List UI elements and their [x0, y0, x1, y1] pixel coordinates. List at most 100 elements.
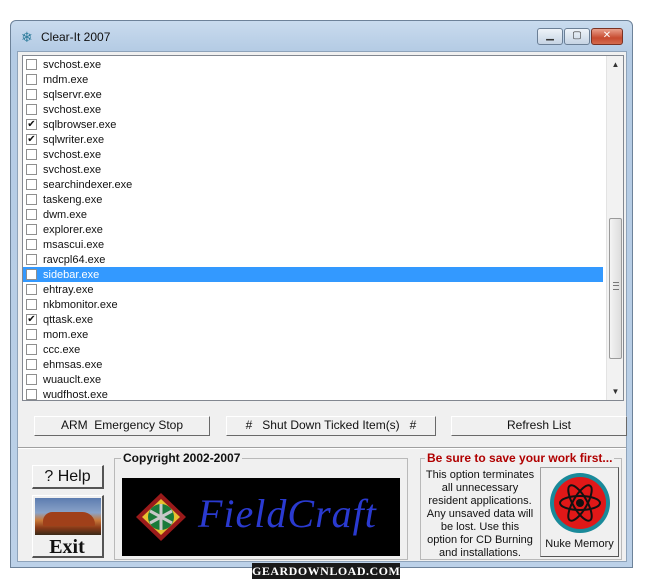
- nuke-memory-label: Nuke Memory: [545, 538, 614, 550]
- shut-down-ticked-button[interactable]: # Shut Down Ticked Item(s) #: [226, 416, 436, 436]
- checkbox[interactable]: [26, 374, 37, 385]
- list-item-label: ehtray.exe: [43, 283, 94, 296]
- list-item[interactable]: explorer.exe: [23, 222, 603, 237]
- list-item-label: svchost.exe: [43, 103, 102, 116]
- list-item[interactable]: svchost.exe: [23, 57, 603, 72]
- list-item[interactable]: svchost.exe: [23, 147, 603, 162]
- checkbox[interactable]: [26, 284, 37, 295]
- list-item-label: mom.exe: [43, 328, 89, 341]
- checkbox[interactable]: [26, 149, 37, 160]
- copyright-label: Copyright 2002-2007: [121, 451, 243, 465]
- list-item-label: msascui.exe: [43, 238, 105, 251]
- list-item[interactable]: ehmsas.exe: [23, 357, 603, 372]
- celtic-knot-icon: [136, 493, 186, 541]
- refresh-list-button[interactable]: Refresh List: [451, 416, 627, 436]
- list-item-label: qttask.exe: [43, 313, 94, 326]
- list-item-label: wuauclt.exe: [43, 373, 102, 386]
- checkbox[interactable]: [26, 209, 37, 220]
- help-button[interactable]: ? Help: [32, 465, 104, 489]
- checkbox[interactable]: [26, 224, 37, 235]
- checkbox[interactable]: [26, 359, 37, 370]
- list-item-label: explorer.exe: [43, 223, 103, 236]
- list-item-label: svchost.exe: [43, 163, 102, 176]
- list-item[interactable]: wuauclt.exe: [23, 372, 603, 387]
- fieldcraft-logo-text: FieldCraft: [198, 491, 377, 536]
- checkbox[interactable]: [26, 59, 37, 70]
- scroll-up-arrow-icon[interactable]: ▲: [607, 56, 623, 73]
- checkbox[interactable]: [26, 389, 37, 400]
- list-item[interactable]: nkbmonitor.exe: [23, 297, 603, 312]
- list-item[interactable]: ✔ sqlwriter.exe: [23, 132, 603, 147]
- list-item-label: svchost.exe: [43, 58, 102, 71]
- snowflake-icon: ❄: [21, 29, 33, 45]
- list-item[interactable]: ravcpl64.exe: [23, 252, 603, 267]
- divider: [18, 447, 626, 449]
- checkbox[interactable]: [26, 299, 37, 310]
- checkbox[interactable]: [26, 254, 37, 265]
- list-item[interactable]: wudfhost.exe: [23, 387, 603, 401]
- scroll-thumb[interactable]: [609, 218, 622, 359]
- checkbox-checked[interactable]: ✔: [26, 134, 37, 145]
- list-item[interactable]: searchindexer.exe: [23, 177, 603, 192]
- checkbox-checked[interactable]: ✔: [26, 314, 37, 325]
- arm-emergency-stop-button[interactable]: ARM Emergency Stop: [34, 416, 210, 436]
- list-item[interactable]: ehtray.exe: [23, 282, 603, 297]
- checkbox[interactable]: [26, 269, 37, 280]
- checkbox-checked[interactable]: ✔: [26, 119, 37, 130]
- nuke-memory-button[interactable]: Nuke Memory: [540, 467, 619, 557]
- list-item[interactable]: msascui.exe: [23, 237, 603, 252]
- list-item[interactable]: ✔ qttask.exe: [23, 312, 603, 327]
- list-item[interactable]: svchost.exe: [23, 102, 603, 117]
- list-item-label: ccc.exe: [43, 343, 81, 356]
- client-area: svchost.exe mdm.exe sqlservr.exe svchost.ex…: [17, 51, 627, 562]
- checkbox[interactable]: [26, 179, 37, 190]
- list-item-label: ehmsas.exe: [43, 358, 103, 371]
- list-item[interactable]: mdm.exe: [23, 72, 603, 87]
- checkbox[interactable]: [26, 239, 37, 250]
- checkbox[interactable]: [26, 164, 37, 175]
- list-item[interactable]: svchost.exe: [23, 162, 603, 177]
- maximize-icon: ▢: [572, 30, 582, 41]
- vertical-scrollbar[interactable]: ▲ ▼: [606, 56, 623, 400]
- warning-text: This option terminates all unnecessary r…: [425, 469, 535, 559]
- minimize-icon: ▁: [546, 30, 554, 41]
- list-item-label: taskeng.exe: [43, 193, 103, 206]
- list-item-label: ravcpl64.exe: [43, 253, 106, 266]
- list-item[interactable]: sqlservr.exe: [23, 87, 603, 102]
- checkbox[interactable]: [26, 329, 37, 340]
- uluru-image: [35, 498, 101, 535]
- list-item-label: dwm.exe: [43, 208, 88, 221]
- process-list[interactable]: svchost.exe mdm.exe sqlservr.exe svchost.ex…: [22, 55, 624, 401]
- nuke-group: Be sure to save your work first... This …: [420, 451, 622, 560]
- list-item[interactable]: dwm.exe: [23, 207, 603, 222]
- close-button[interactable]: ✕: [591, 28, 623, 45]
- checkbox[interactable]: [26, 104, 37, 115]
- list-item-label: wudfhost.exe: [43, 388, 108, 401]
- exit-label: Exit: [49, 536, 85, 558]
- list-item-label: svchost.exe: [43, 148, 102, 161]
- list-item[interactable]: ccc.exe: [23, 342, 603, 357]
- list-item-label: sqlwriter.exe: [43, 133, 105, 146]
- list-item[interactable]: ✔ sqlbrowser.exe: [23, 117, 603, 132]
- checkbox[interactable]: [26, 74, 37, 85]
- title-bar[interactable]: ❄ Clear-It 2007 ▁ ▢ ✕: [11, 21, 632, 51]
- scroll-down-arrow-icon[interactable]: ▼: [607, 383, 623, 400]
- maximize-button[interactable]: ▢: [564, 28, 590, 45]
- window-title: Clear-It 2007: [41, 30, 111, 44]
- checkbox[interactable]: [26, 194, 37, 205]
- copyright-group: Copyright 2002-2007 FieldCraft: [114, 451, 408, 560]
- checkbox[interactable]: [26, 344, 37, 355]
- list-item-label: sqlbrowser.exe: [43, 118, 117, 131]
- exit-button[interactable]: Exit: [32, 495, 104, 558]
- list-item[interactable]: taskeng.exe: [23, 192, 603, 207]
- list-item[interactable]: mom.exe: [23, 327, 603, 342]
- minimize-button[interactable]: ▁: [537, 28, 563, 45]
- app-window: ❄ Clear-It 2007 ▁ ▢ ✕ svchost.exe mdm.exe…: [10, 20, 633, 568]
- list-item[interactable]: sidebar.exe: [23, 267, 603, 282]
- atom-icon: [550, 473, 610, 533]
- list-item-label: sidebar.exe: [41, 268, 102, 281]
- rock-shape: [43, 512, 95, 526]
- fieldcraft-logo: FieldCraft: [122, 478, 400, 556]
- checkbox[interactable]: [26, 89, 37, 100]
- list-item-label: mdm.exe: [43, 73, 89, 86]
